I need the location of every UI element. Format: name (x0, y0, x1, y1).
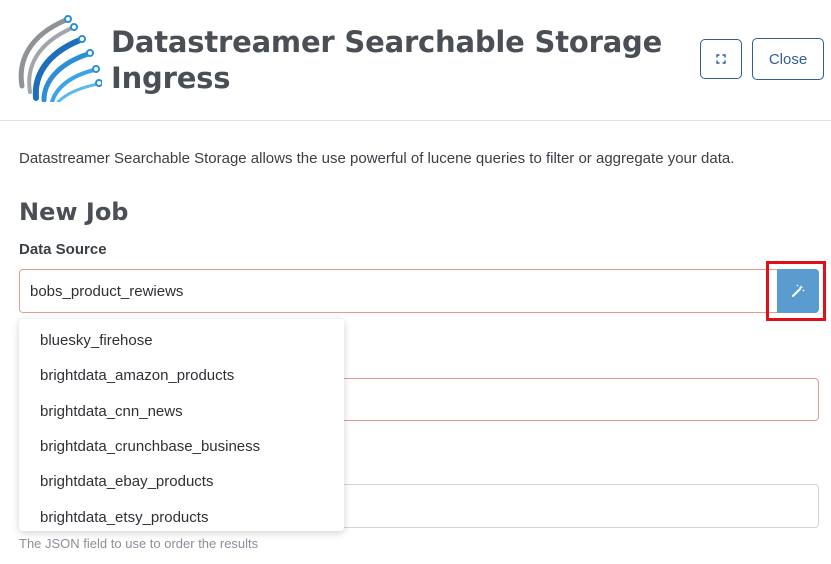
dropdown-option[interactable]: brightdata_cnn_news (19, 394, 344, 429)
expand-button[interactable] (700, 39, 742, 79)
magic-wand-button[interactable] (777, 269, 819, 313)
dropdown-option[interactable]: brightdata_etsy_products (19, 499, 344, 531)
close-button[interactable]: Close (752, 38, 824, 80)
expand-icon (716, 54, 726, 64)
section-title: New Job (19, 198, 129, 226)
page: Datastreamer Searchable Storage Ingress … (0, 0, 831, 564)
dropdown-option[interactable]: brightdata_amazon_products (19, 358, 344, 393)
page-description: Datastreamer Searchable Storage allows t… (19, 150, 735, 167)
dropdown-option[interactable]: bluesky_firehose (19, 323, 344, 358)
data-source-input[interactable] (19, 269, 777, 313)
header: Datastreamer Searchable Storage Ingress … (0, 0, 831, 121)
order-field-help-text: The JSON field to use to order the resul… (19, 536, 259, 551)
dropdown-option[interactable]: brightdata_crunchbase_business (19, 429, 344, 464)
magic-wand-icon (792, 284, 805, 297)
datastreamer-logo (18, 15, 102, 102)
data-source-dropdown: bluesky_firehose brightdata_amazon_produ… (19, 319, 344, 531)
dropdown-option[interactable]: brightdata_ebay_products (19, 464, 344, 499)
page-title: Datastreamer Searchable Storage Ingress (111, 25, 663, 95)
data-source-label: Data Source (19, 241, 107, 258)
